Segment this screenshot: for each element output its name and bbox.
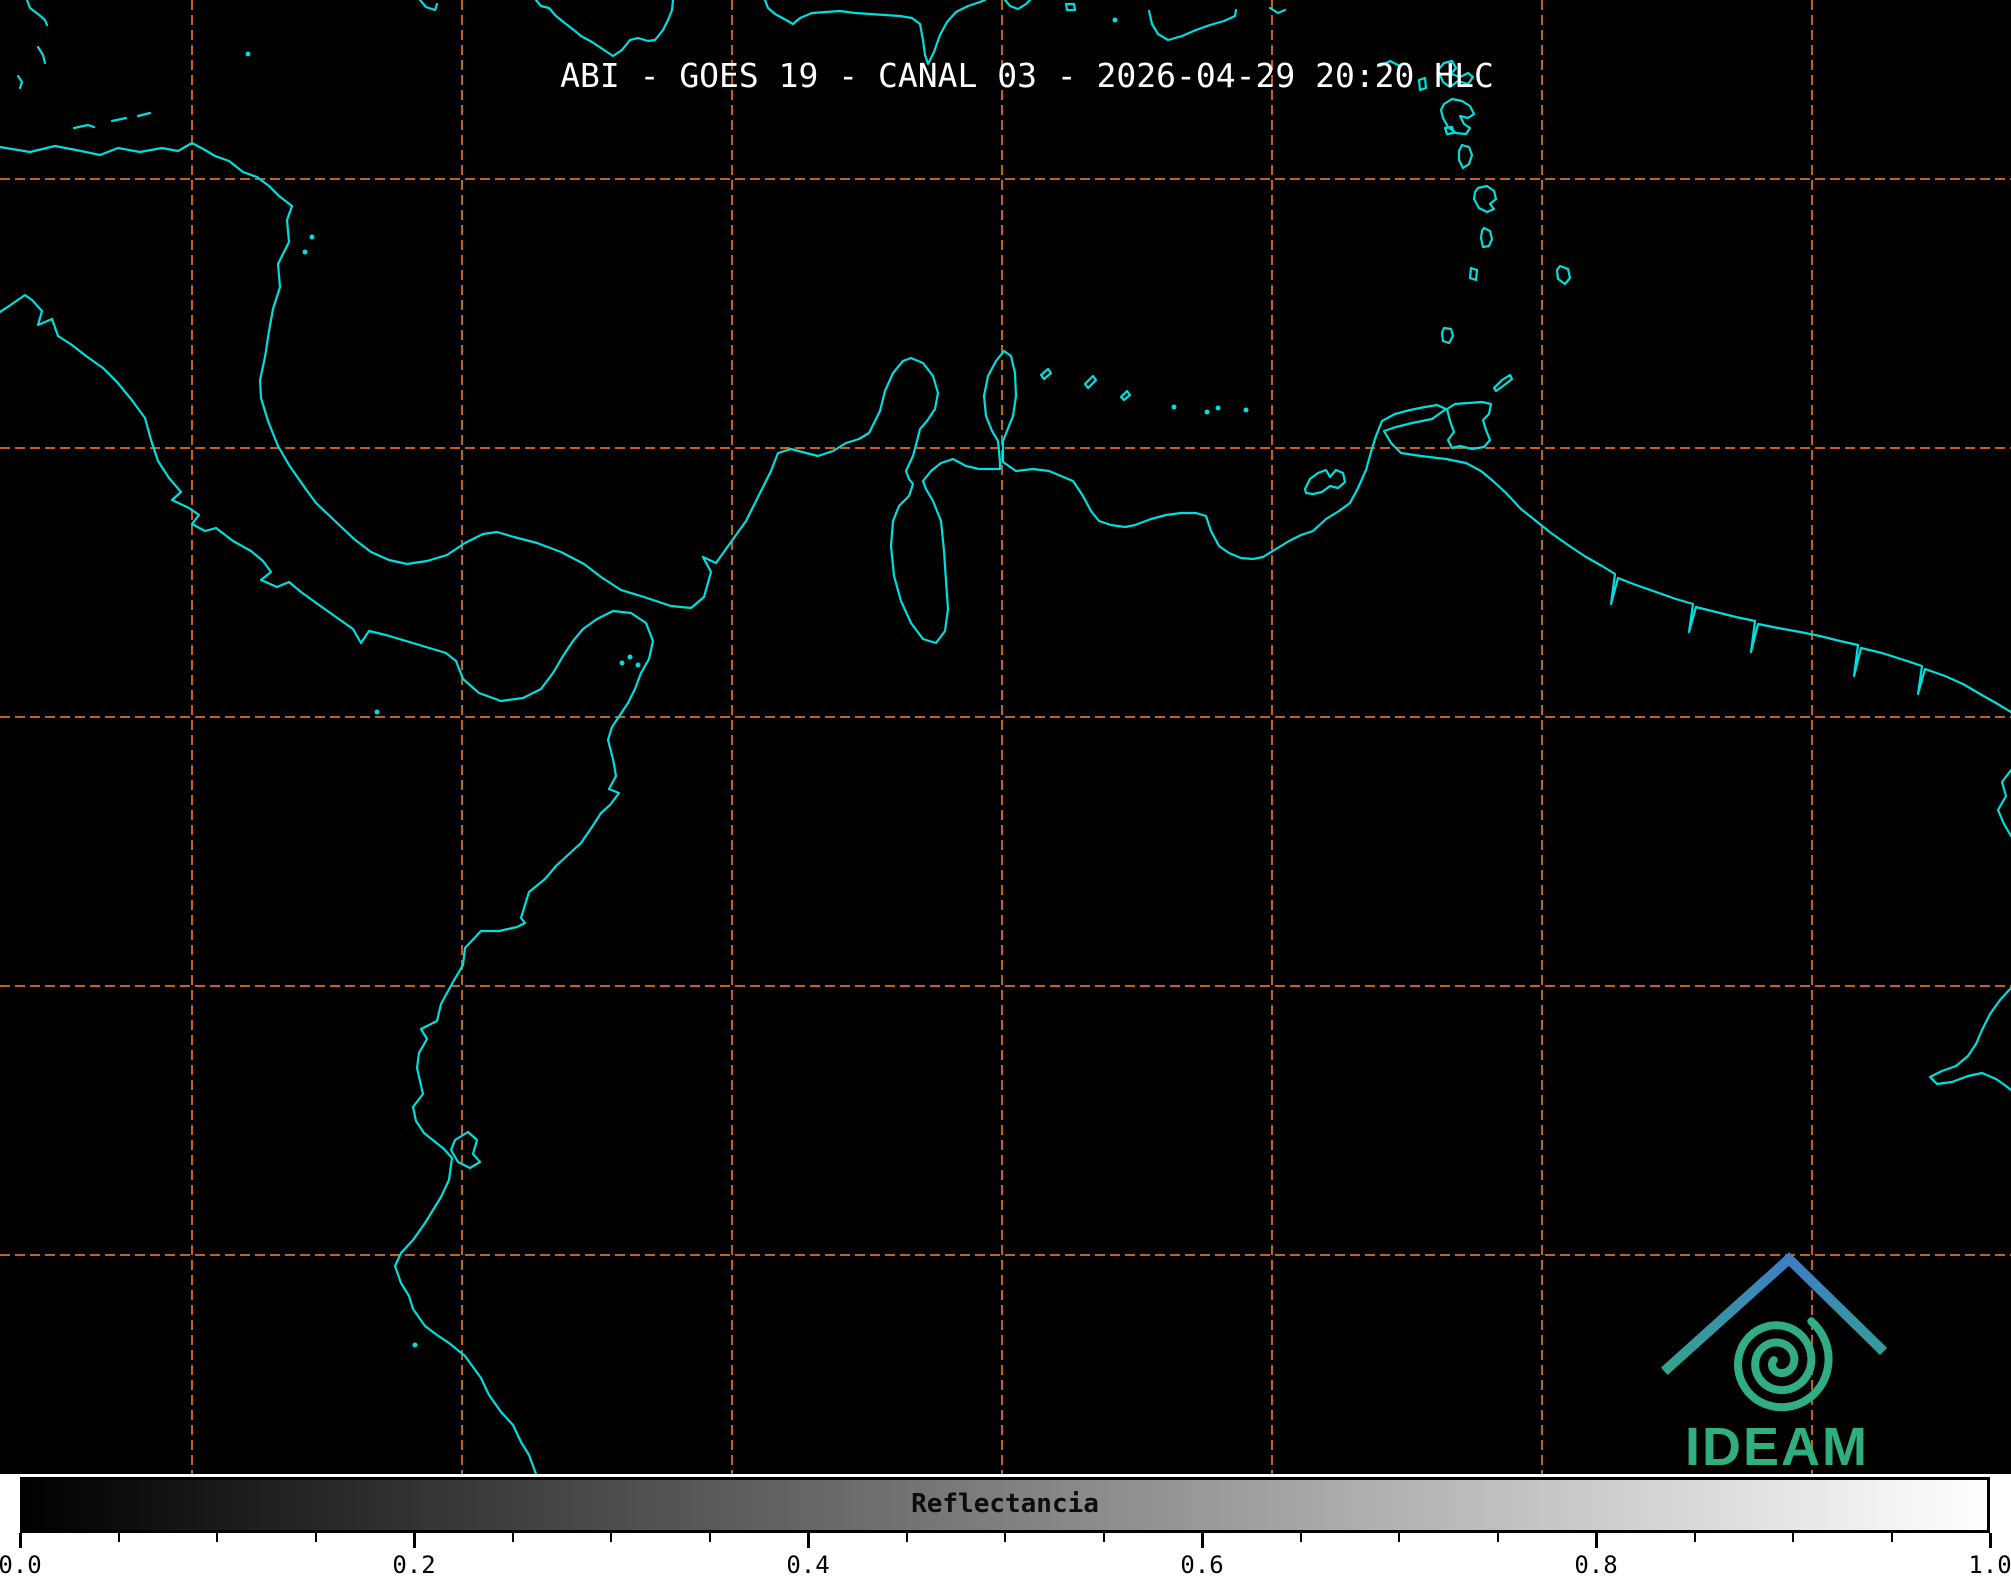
map-svg: IDEAM <box>0 0 2011 1474</box>
colorbar-minor-tick <box>708 1533 711 1542</box>
island-dot <box>412 1342 418 1348</box>
colorbar-minor-tick <box>1299 1533 1302 1542</box>
colorbar-label: Reflectancia <box>911 1489 1099 1519</box>
colorbar-minor-tick <box>1693 1533 1696 1542</box>
satellite-product-screen: IDEAM ABI - GOES 19 - CANAL 03 - 2026-04… <box>0 0 2011 1577</box>
island-dot <box>1243 407 1249 413</box>
island-dot <box>1112 17 1118 23</box>
colorbar-minor-tick <box>905 1533 908 1542</box>
colorbar-minor-tick <box>117 1533 120 1542</box>
colorbar-minor-tick <box>1102 1533 1105 1542</box>
ideam-logo-text: IDEAM <box>1685 1417 1869 1474</box>
island-dot <box>627 654 633 660</box>
colorbar-major-tick <box>1200 1533 1204 1548</box>
colorbar-major-tick <box>806 1533 810 1548</box>
colorbar-minor-tick <box>216 1533 218 1542</box>
colorbar-tick-label: 1.0 <box>1968 1551 2011 1577</box>
colorbar-minor-tick <box>610 1533 612 1542</box>
colorbar-tick-label: 0.0 <box>0 1551 42 1577</box>
island-dot <box>635 662 641 668</box>
colorbar-area: Reflectancia 0.0 0.2 0.4 0.6 0.8 1.0 <box>0 1474 2011 1577</box>
island-dot <box>309 234 315 240</box>
colorbar-minor-tick <box>511 1533 514 1542</box>
colorbar-tick-label: 0.4 <box>786 1551 830 1577</box>
island-dot <box>1204 409 1210 415</box>
colorbar-minor-tick <box>314 1533 317 1542</box>
map-area: IDEAM ABI - GOES 19 - CANAL 03 - 2026-04… <box>0 0 2011 1474</box>
island-dot <box>1215 405 1221 411</box>
colorbar-major-tick <box>1594 1533 1598 1548</box>
island-dot <box>302 249 308 255</box>
colorbar-major-tick <box>412 1533 416 1548</box>
colorbar-major-tick <box>1988 1533 1992 1548</box>
colorbar-major-tick <box>18 1533 22 1548</box>
island-dot <box>1171 404 1177 410</box>
map-background <box>0 0 2011 1474</box>
island-dot <box>619 660 625 666</box>
product-title: ABI - GOES 19 - CANAL 03 - 2026-04-29 20… <box>560 56 1494 95</box>
island-dot <box>245 51 251 57</box>
colorbar-minor-tick <box>1890 1533 1893 1542</box>
colorbar-tick-label: 0.2 <box>392 1551 436 1577</box>
colorbar-tick-label: 0.8 <box>1574 1551 1618 1577</box>
colorbar-minor-tick <box>1398 1533 1400 1542</box>
colorbar-tick-label: 0.6 <box>1180 1551 1224 1577</box>
island-dot <box>374 709 380 715</box>
colorbar-minor-tick <box>1792 1533 1794 1542</box>
colorbar-minor-tick <box>1004 1533 1006 1542</box>
colorbar-minor-tick <box>1496 1533 1499 1542</box>
